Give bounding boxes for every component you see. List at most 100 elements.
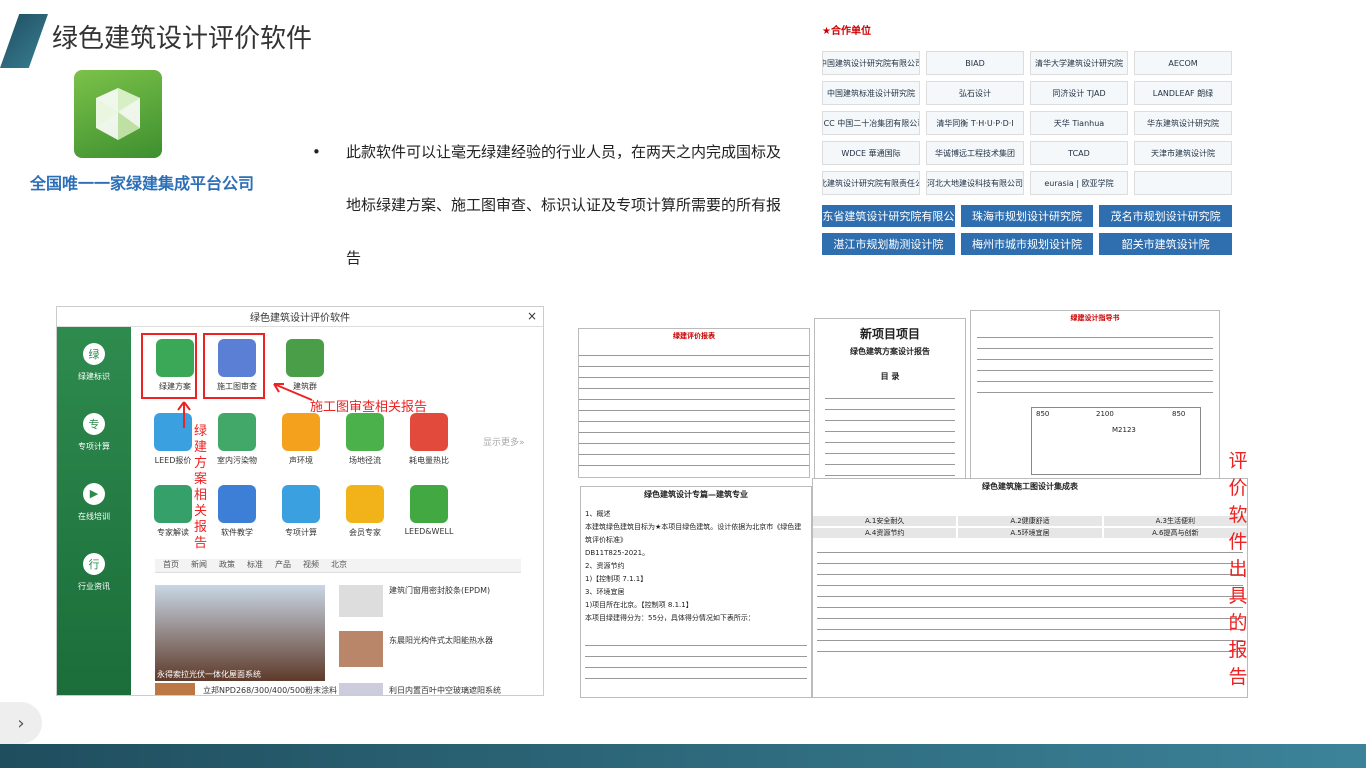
news-list: 永得索拉光伏一体化屋面系统 建筑门窗用密封胶条(EPDM) 东晨阳光构件式太阳能… [155, 577, 521, 695]
doc-toc: 目 录 [880, 372, 900, 381]
doc-table: A.1安全耐久 A.2健康舒适 A.3生活便利 A.4资源节约 A.5环境宜居 A.6提高… [813, 516, 1247, 538]
table-header: A.1安全耐久 [813, 516, 957, 526]
doc-title: 绿色建筑设计专篇—建筑专业 [644, 490, 748, 499]
app-item[interactable]: 会员专家 [335, 485, 395, 538]
doc-body: 1、概述 本建筑绿色建筑目标为★本项目绿色建筑。设计依据为北京市《绿色建筑评价标准… [581, 500, 811, 633]
partner-logo: 河北大地建设科技有限公司 [926, 171, 1024, 195]
partner-logo: 广东省建筑设计研究院有限公司 [822, 205, 955, 227]
partner-logo: WDCE 華通国际 [822, 141, 920, 165]
sidebar-icon: 绿 [83, 342, 105, 365]
partner-logos: 中国建筑设计研究院有限公司 BIAD 清华大学建筑设计研究院 AECOM 中国建筑标准设… [822, 51, 1232, 195]
app-item[interactable]: 耗电量热比 [399, 413, 459, 466]
partner-logo: BIAD [926, 51, 1024, 75]
app-item[interactable]: 声环境 [271, 413, 331, 466]
table-header: A.3生活便利 [1103, 516, 1247, 526]
sidebar-item[interactable]: 绿绿建标识 [57, 327, 131, 397]
page-title: 绿色建筑设计评价软件 [52, 24, 313, 54]
sidebar-icon: 专 [83, 412, 105, 435]
dimension-label: M2123 [1112, 426, 1136, 434]
doc-title: 新项目项目 [859, 327, 920, 341]
sidebar-label: 在线培训 [78, 511, 110, 521]
news-item-4[interactable]: 立邦NPD268/300/400/500粉末涂料 [203, 685, 337, 696]
app-item[interactable]: 室内污染物 [207, 413, 267, 466]
annotation-green-plan: 绿建方案相关报告 [194, 424, 208, 551]
partner-logo: 华东建筑设计研究院 [1134, 111, 1232, 135]
sidebar-item[interactable]: 专专项计算 [57, 397, 131, 467]
partners-panel: ★合作单位 中国建筑设计研究院有限公司 BIAD 清华大学建筑设计研究院 AECOM 中… [822, 22, 1232, 262]
app-item-icon [410, 413, 448, 451]
doc-line: 1)项目所在北京。【控制项 8.1.1】 [585, 601, 693, 609]
app-item-label: 场地径流 [349, 456, 381, 465]
news-tabs: 首页 新闻 政策 标准 产品 视频 北京 [155, 559, 521, 573]
partner-logo: 华诚博远工程技术集团 [926, 141, 1024, 165]
partner-logo: 清华同衡 T·H·U·P·D·I [926, 111, 1024, 135]
news-thumb [155, 683, 195, 695]
news-tab[interactable]: 北京 [331, 559, 347, 572]
partner-logo: 天华 Tianhua [1030, 111, 1128, 135]
doc-subtitle: 绿色建筑方案设计报告 [850, 347, 930, 356]
dimension-label: 850 [1172, 410, 1186, 418]
tagline: 全国唯一一家绿建集成平台公司 [30, 174, 255, 193]
doc-special-chapter: 绿色建筑设计专篇—建筑专业 1、概述 本建筑绿色建筑目标为★本项目绿色建筑。设计依… [580, 486, 812, 698]
doc-line: 3、环境宜居 [585, 588, 625, 596]
app-item-label: 软件教学 [221, 528, 253, 537]
app-item-icon [218, 485, 256, 523]
partner-logo: 同济设计 TJAD [1030, 81, 1128, 105]
sidebar-item[interactable]: ▶ 在线培训 [57, 467, 131, 537]
arrow-icon [273, 383, 313, 401]
news-thumb [339, 683, 383, 695]
close-icon[interactable]: × [527, 309, 537, 323]
sidebar-icon: ▶ [83, 482, 105, 505]
partner-logo: 清华大学建筑设计研究院 [1030, 51, 1128, 75]
table-header: A.2健康舒适 [958, 516, 1102, 526]
show-more-link[interactable]: 显示更多» [483, 435, 525, 448]
news-tab[interactable]: 政策 [219, 559, 235, 572]
bullet: • [312, 143, 321, 161]
news-tab[interactable]: 视频 [303, 559, 319, 572]
partner-logo: AECOM [1134, 51, 1232, 75]
window-titlebar: 绿色建筑设计评价软件 × [57, 307, 543, 327]
doc-title: 绿建评价报表 [673, 332, 715, 340]
dimension-label: 850 [1036, 410, 1050, 418]
table-header: A.4资源节约 [813, 528, 957, 538]
doc-title: 绿色建筑施工图设计集成表 [982, 482, 1078, 491]
description-text: 此款软件可以让毫无绿建经验的行业人员，在两天之内完成国标及地标绿建方案、施工图审… [346, 143, 782, 267]
sidebar-item[interactable]: 行行业资讯 [57, 537, 131, 607]
next-slide-button[interactable]: › [0, 702, 42, 744]
app-item-label: 声环境 [289, 456, 313, 465]
news-item-2[interactable]: 东晨阳光构件式太阳能热水器 [389, 635, 493, 646]
partner-logo: 弘石设计 [926, 81, 1024, 105]
partner-logo: 河北建筑设计研究院有限责任公司 [822, 171, 920, 195]
news-item-5[interactable]: 利日内置百叶中空玻璃遮阳系统 [389, 685, 501, 696]
doc-design-guide: 绿建设计指导书 850 2100 850 M2123 [970, 310, 1220, 482]
app-item-icon [282, 485, 320, 523]
app-item-icon [346, 413, 384, 451]
news-tab[interactable]: 新闻 [191, 559, 207, 572]
news-tab[interactable]: 产品 [275, 559, 291, 572]
app-item-icon [346, 485, 384, 523]
app-item-icon [154, 485, 192, 523]
partner-logo: 韶关市建筑设计院 [1099, 233, 1232, 255]
doc-integration-table: 绿色建筑施工图设计集成表 A.1安全耐久 A.2健康舒适 A.3生活便利 A.4资源节… [812, 478, 1248, 698]
news-item-3[interactable]: 永得索拉光伏一体化屋面系统 [157, 669, 261, 680]
app-item[interactable]: 专项计算 [271, 485, 331, 538]
news-thumb [339, 585, 383, 617]
partner-logo: 中国建筑设计研究院有限公司 [822, 51, 920, 75]
partner-logo: 茂名市规划设计研究院 [1099, 205, 1232, 227]
app-item[interactable]: 软件教学 [207, 485, 267, 538]
annotation-construction-review: 施工图审查相关报告 [310, 400, 428, 415]
partner-logo: 珠海市规划设计研究院 [960, 205, 1094, 227]
app-item[interactable]: 场地径流 [335, 413, 395, 466]
news-tab[interactable]: 标准 [247, 559, 263, 572]
partner-logo: LANDLEAF 朗绿 [1134, 81, 1232, 105]
table-header: A.6提高与创新 [1103, 528, 1247, 538]
doc-line: 1、概述 [585, 510, 611, 518]
news-image-roof[interactable] [155, 585, 325, 681]
app-item-label: 专项计算 [285, 528, 317, 537]
partner-logo: 梅州市城市规划设计院 [960, 233, 1094, 255]
app-item[interactable]: LEED&WELL [399, 485, 459, 536]
news-item-1[interactable]: 建筑门窗用密封胶条(EPDM) [389, 585, 490, 596]
partner-logo: 湛江市规划勘测设计院 [822, 233, 955, 255]
doc-line: 本项目绿建得分为：55分，具体得分情况如下表所示： [585, 614, 755, 622]
news-tab[interactable]: 首页 [163, 559, 179, 572]
